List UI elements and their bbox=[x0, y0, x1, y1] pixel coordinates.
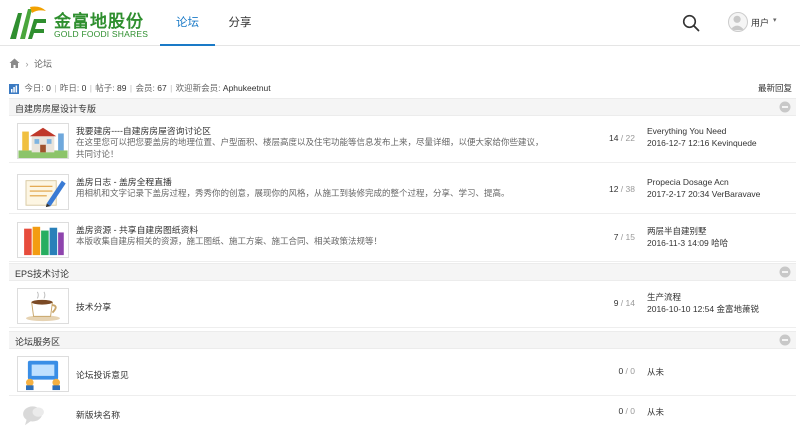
forum-row: 技术分享 9 / 14 生产流程 2016-10-10 12:54 金富地萧锐 bbox=[9, 284, 796, 328]
forum-name[interactable]: 技术分享 bbox=[76, 300, 111, 313]
user-menu[interactable]: 用户 ▾ bbox=[728, 12, 798, 34]
post-count: 0 bbox=[630, 366, 635, 376]
stat-newest-label: 欢迎新会员: bbox=[175, 83, 221, 93]
post-count: 22 bbox=[625, 133, 635, 143]
forum-name[interactable]: 新版块名称 bbox=[76, 408, 120, 421]
forum-row: 我要建房----自建房房屋咨询讨论区 在这里您可以把您要盖房的地理位置、户型面积… bbox=[9, 119, 796, 163]
post-count: 14 bbox=[625, 298, 635, 308]
stat-posts-label: 帖子: bbox=[95, 83, 115, 93]
stat-separator: | bbox=[129, 83, 133, 93]
forum-counts: 9 / 14 bbox=[613, 298, 635, 308]
forum-name[interactable]: 论坛投诉意见 bbox=[76, 368, 129, 381]
last-post-title[interactable]: 两层半自建别墅 bbox=[647, 225, 707, 237]
bar-chart-icon bbox=[9, 83, 19, 94]
forum-counts: 14 / 22 bbox=[608, 133, 635, 143]
forum-description: 用相机和文字记录下盖房过程，秀秀你的创意，展现你的风格，从施工到装修完成的整个过… bbox=[76, 188, 510, 198]
home-icon[interactable] bbox=[9, 58, 20, 69]
forum-row: 新版块名称 0 / 0 从未 bbox=[9, 392, 796, 433]
forum-counts: 0 / 0 bbox=[618, 366, 635, 376]
breadcrumb: › 论坛 bbox=[9, 57, 52, 71]
last-post-meta: 2017-2-17 20:34 VerBaravave bbox=[647, 189, 761, 199]
site-logo[interactable]: 金富地股份 GOLD FOODI SHARES bbox=[8, 5, 158, 41]
chevron-down-icon[interactable]: ▾ bbox=[773, 16, 777, 24]
post-count: 38 bbox=[625, 184, 635, 194]
stat-newest-member[interactable]: Aphukeetnut bbox=[223, 83, 271, 93]
last-post-empty: 从未 bbox=[647, 367, 665, 377]
post-count: 0 bbox=[630, 406, 635, 416]
stat-separator: | bbox=[54, 83, 57, 93]
stat-today-value: 0 bbox=[46, 83, 51, 93]
category-title[interactable]: EPS技术讨论 bbox=[15, 267, 69, 280]
chat-bubble-icon[interactable] bbox=[17, 396, 69, 432]
stat-members-value: 67 bbox=[157, 83, 167, 93]
breadcrumb-current[interactable]: 论坛 bbox=[34, 57, 52, 70]
forum-counts: 7 / 15 bbox=[613, 232, 635, 242]
stat-yesterday-value: 0 bbox=[81, 83, 87, 93]
top-header: 金富地股份 GOLD FOODI SHARES 论坛 分享 用户 ▾ bbox=[0, 0, 800, 46]
forum-row: 论坛投诉意见 0 / 0 从未 bbox=[9, 352, 796, 396]
last-post-empty: 从未 bbox=[647, 407, 665, 417]
user-avatar-icon bbox=[729, 15, 745, 31]
forum-row: 盖房日志 - 盖房全程直播 用相机和文字记录下盖房过程，秀秀你的创意，展现你的风… bbox=[9, 170, 796, 214]
last-post-title[interactable]: Propecia Dosage Acn bbox=[647, 177, 729, 187]
last-post-title[interactable]: 生产流程 bbox=[647, 291, 681, 303]
stat-separator: | bbox=[170, 83, 173, 93]
last-post-meta: 2016-11-3 14:09 哈哈 bbox=[647, 238, 729, 248]
user-label[interactable]: 用户 bbox=[751, 16, 769, 29]
last-post-title[interactable]: Everything You Need bbox=[647, 126, 726, 136]
forum-description: 在这里您可以把您要盖房的地理位置、户型面积、楼层高度以及住宅功能等信息发布上来，… bbox=[76, 137, 544, 159]
collapse-icon[interactable] bbox=[779, 101, 791, 113]
breadcrumb-separator: › bbox=[25, 58, 29, 69]
stat-members-label: 会员: bbox=[135, 83, 155, 93]
books-icon[interactable] bbox=[17, 222, 69, 258]
collapse-icon[interactable] bbox=[779, 334, 791, 346]
last-post-meta: 2016-10-10 12:54 金富地萧锐 bbox=[647, 304, 759, 314]
last-post-meta: 2016-12-7 12:16 Kevinquede bbox=[647, 138, 757, 148]
stat-posts-value: 89 bbox=[117, 83, 127, 93]
category-header: 自建房房屋设计专版 bbox=[9, 98, 796, 116]
forum-counts: 12 / 38 bbox=[608, 184, 635, 194]
house-building-icon[interactable] bbox=[17, 123, 69, 159]
stat-separator: | bbox=[89, 83, 92, 93]
feedback-people-icon[interactable] bbox=[17, 356, 69, 392]
search-icon[interactable] bbox=[682, 14, 700, 32]
avatar[interactable] bbox=[728, 12, 748, 32]
logo-text-en: GOLD FOODI SHARES bbox=[54, 29, 149, 39]
category-title[interactable]: 论坛服务区 bbox=[15, 335, 60, 348]
forum-description: 本版收集自建房相关的资源，施工图纸、施工方案、施工合同、相关政策法规等！ bbox=[76, 236, 383, 246]
forum-row: 盖房资源 - 共享自建房图纸资料 本版收集自建房相关的资源，施工图纸、施工方案、… bbox=[9, 218, 796, 262]
post-count: 15 bbox=[625, 232, 635, 242]
logo-mark-icon bbox=[10, 6, 46, 39]
tab-forum[interactable]: 论坛 bbox=[160, 0, 215, 46]
category-title[interactable]: 自建房房屋设计专版 bbox=[15, 102, 96, 115]
tab-share[interactable]: 分享 bbox=[220, 0, 260, 46]
forum-stats: 今日: 0 | 昨日: 0 | 帖子: 89 | 会员: 67 | 欢迎新会员:… bbox=[9, 82, 271, 94]
category-header: EPS技术讨论 bbox=[9, 263, 796, 281]
diary-pen-icon[interactable] bbox=[17, 174, 69, 210]
collapse-icon[interactable] bbox=[779, 266, 791, 278]
forum-counts: 0 / 0 bbox=[618, 406, 635, 416]
stat-today-label: 今日: bbox=[24, 83, 44, 93]
coffee-cup-icon[interactable] bbox=[17, 288, 69, 324]
stat-yesterday-label: 昨日: bbox=[59, 83, 80, 93]
latest-replies-link[interactable]: 最新回复 bbox=[758, 82, 792, 94]
category-header: 论坛服务区 bbox=[9, 331, 796, 349]
